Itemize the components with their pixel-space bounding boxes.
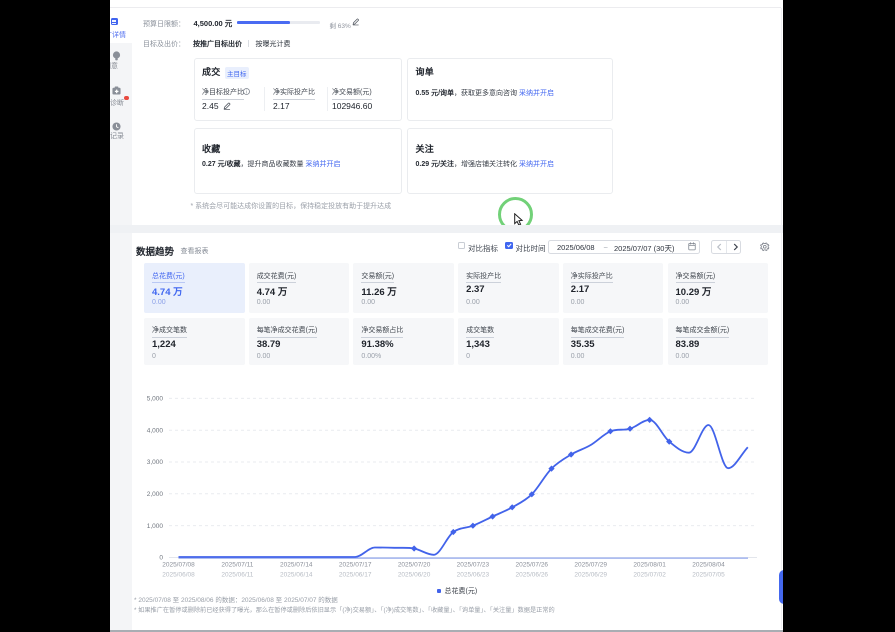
svg-text:2025/06/11: 2025/06/11 [221,572,253,579]
svg-text:i: i [245,89,246,95]
svg-text:2,000: 2,000 [147,491,164,498]
svg-text:1,000: 1,000 [147,523,164,530]
svg-text:2025/07/05: 2025/07/05 [692,572,725,579]
svg-text:2025/07/08: 2025/07/08 [162,562,195,569]
svg-text:2025/07/26: 2025/07/26 [516,562,549,569]
svg-text:2025/07/23: 2025/07/23 [457,562,490,569]
svg-text:2025/06/29: 2025/06/29 [574,572,607,579]
svg-text:2025/06/14: 2025/06/14 [280,572,313,579]
svg-text:2025/06/20: 2025/06/20 [398,572,431,579]
svg-text:2025/07/14: 2025/07/14 [280,562,313,569]
svg-text:2025/06/23: 2025/06/23 [457,572,490,579]
svg-text:2025/07/20: 2025/07/20 [398,562,431,569]
svg-text:2025/08/01: 2025/08/01 [633,562,666,569]
svg-text:2025/07/17: 2025/07/17 [339,562,372,569]
svg-text:2025/06/17: 2025/06/17 [339,572,372,579]
svg-text:3,000: 3,000 [147,459,164,466]
svg-text:2025/08/04: 2025/08/04 [692,562,725,569]
svg-text:2025/07/02: 2025/07/02 [633,572,666,579]
svg-text:4,000: 4,000 [147,427,164,434]
svg-text:2025/07/11: 2025/07/11 [221,562,253,569]
svg-text:2025/06/08: 2025/06/08 [162,572,195,579]
svg-text:2025/06/26: 2025/06/26 [516,572,549,579]
svg-text:2025/07/29: 2025/07/29 [574,562,607,569]
svg-text:5,000: 5,000 [147,396,164,403]
